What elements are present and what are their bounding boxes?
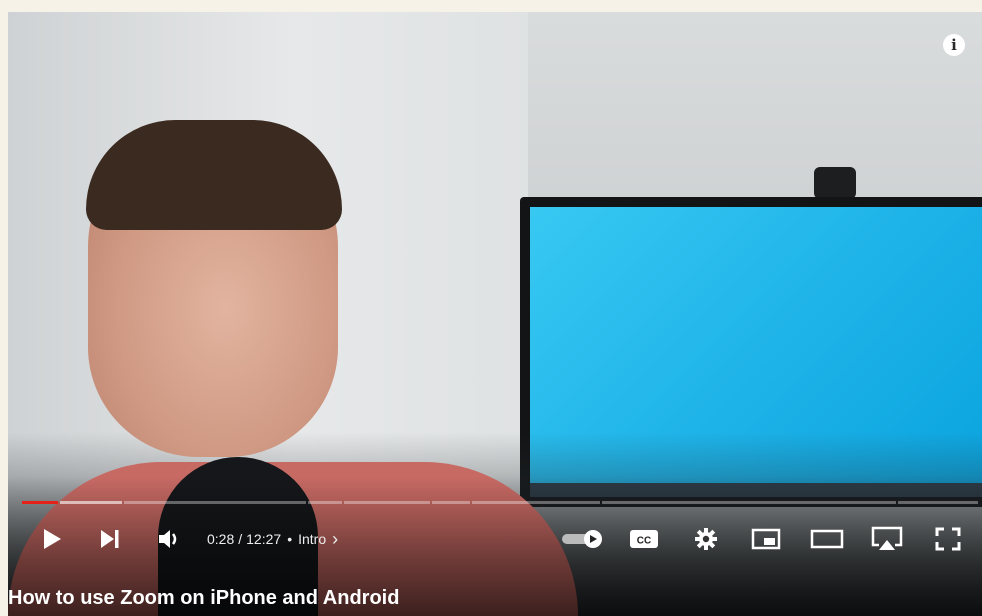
autoplay-toggle[interactable]: [560, 517, 606, 561]
progress-played: [22, 501, 58, 504]
next-button[interactable]: [94, 517, 126, 561]
duration: 12:27: [246, 531, 282, 547]
chapter-segment: [60, 501, 122, 504]
next-icon: [101, 530, 119, 548]
play-icon: [44, 529, 61, 549]
chapter-segment: [472, 501, 600, 504]
time-display: 0:28 / 12:27 • Intro ›: [207, 517, 338, 561]
miniplayer-button[interactable]: [748, 517, 784, 561]
chapter-segment: [432, 501, 470, 504]
chapter-segment: [344, 501, 430, 504]
current-time: 0:28: [207, 531, 235, 547]
airplay-icon: [871, 526, 903, 550]
volume-button[interactable]: [154, 517, 186, 561]
progress-bar[interactable]: [22, 501, 978, 504]
miniplayer-icon: [751, 528, 781, 550]
chapter-title[interactable]: Intro: [298, 531, 326, 547]
chapter-segment: [308, 501, 342, 504]
play-button[interactable]: [36, 517, 68, 561]
video-title-bar: How to use Zoom on iPhone and Android: [8, 581, 982, 616]
fullscreen-icon: [935, 527, 961, 551]
webcam: [814, 167, 856, 199]
fullscreen-button[interactable]: [930, 517, 966, 561]
presenter-hair: [86, 120, 342, 230]
svg-text:CC: CC: [637, 536, 651, 547]
chapter-segment: [898, 501, 978, 504]
chapter-dot: •: [287, 531, 293, 547]
chapter-segment: [602, 501, 896, 504]
theater-icon: [810, 529, 844, 549]
chapter-arrow-icon[interactable]: ›: [332, 529, 338, 550]
chapter-segment: [124, 501, 306, 504]
captions-icon: CC: [630, 530, 658, 548]
control-bar: 0:28 / 12:27 • Intro › CC: [8, 517, 982, 561]
captions-button[interactable]: CC: [626, 517, 662, 561]
settings-icon: [695, 528, 717, 550]
video-title[interactable]: How to use Zoom on iPhone and Android: [8, 587, 399, 610]
autoplay-toggle-icon: [562, 530, 602, 548]
airplay-button[interactable]: [868, 517, 906, 561]
video-player[interactable]: i 0:28 / 12:27 • Intro › CC How to use Z…: [8, 12, 982, 616]
settings-button[interactable]: [688, 517, 724, 561]
theater-mode-button[interactable]: [808, 517, 846, 561]
time-separator: /: [238, 531, 243, 547]
volume-icon: [159, 530, 177, 548]
info-icon[interactable]: i: [943, 34, 965, 56]
